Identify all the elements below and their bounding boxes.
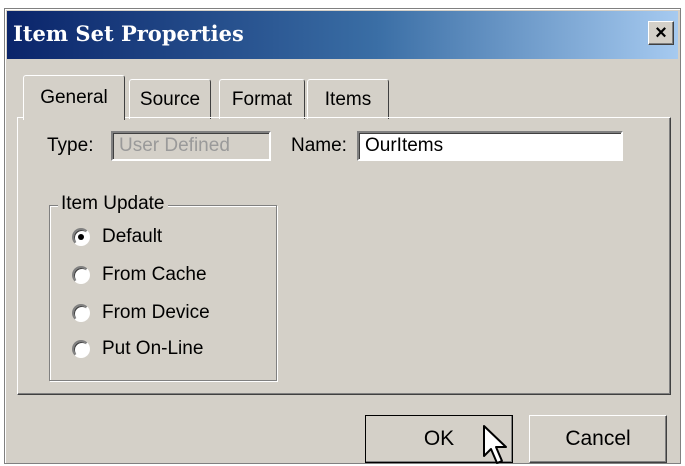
cancel-button-label: Cancel [565,427,631,450]
radio-default-button[interactable] [72,228,90,246]
arrow-cursor-icon [483,425,507,464]
ok-button-label: OK [423,427,455,450]
radio-put-online-label: Put On-Line [102,338,204,359]
radio-put-online-button[interactable] [72,340,90,358]
item-update-title: Item Update [58,193,168,215]
title-bar[interactable]: Item Set Properties × [7,11,678,59]
radio-from-cache-label: From Cache [102,264,207,285]
tab-items-label: Items [324,88,372,110]
tab-items[interactable]: Items [307,79,389,119]
radio-from-device-button[interactable] [72,304,90,322]
tab-format-label: Format [231,88,293,110]
radio-default-label: Default [102,226,163,247]
type-field: User Defined [111,131,271,161]
item-update-group: Item Update Default From Cache From Devi… [49,193,277,381]
name-label: Name: [291,135,347,156]
tab-general[interactable]: General [23,75,125,120]
radio-from-device-label: From Device [102,302,210,323]
radio-from-device[interactable]: From Device [72,302,210,324]
radio-selected-dot [78,234,84,240]
window-title: Item Set Properties [13,21,244,46]
item-set-properties-dialog: Item Set Properties × General Source For… [4,8,681,464]
radio-from-cache-button[interactable] [72,266,90,284]
radio-put-online[interactable]: Put On-Line [72,338,203,360]
name-field[interactable]: OurItems [357,131,623,161]
close-button[interactable]: × [648,21,674,45]
type-label: Type: [47,135,94,156]
tab-general-label: General [40,87,108,108]
radio-from-cache[interactable]: From Cache [72,264,207,286]
radio-default[interactable]: Default [72,226,162,248]
tab-source-label: Source [139,88,201,110]
close-icon: × [655,22,667,44]
cancel-button[interactable]: Cancel [529,415,667,463]
tab-format[interactable]: Format [219,79,305,119]
tab-source[interactable]: Source [129,79,211,119]
